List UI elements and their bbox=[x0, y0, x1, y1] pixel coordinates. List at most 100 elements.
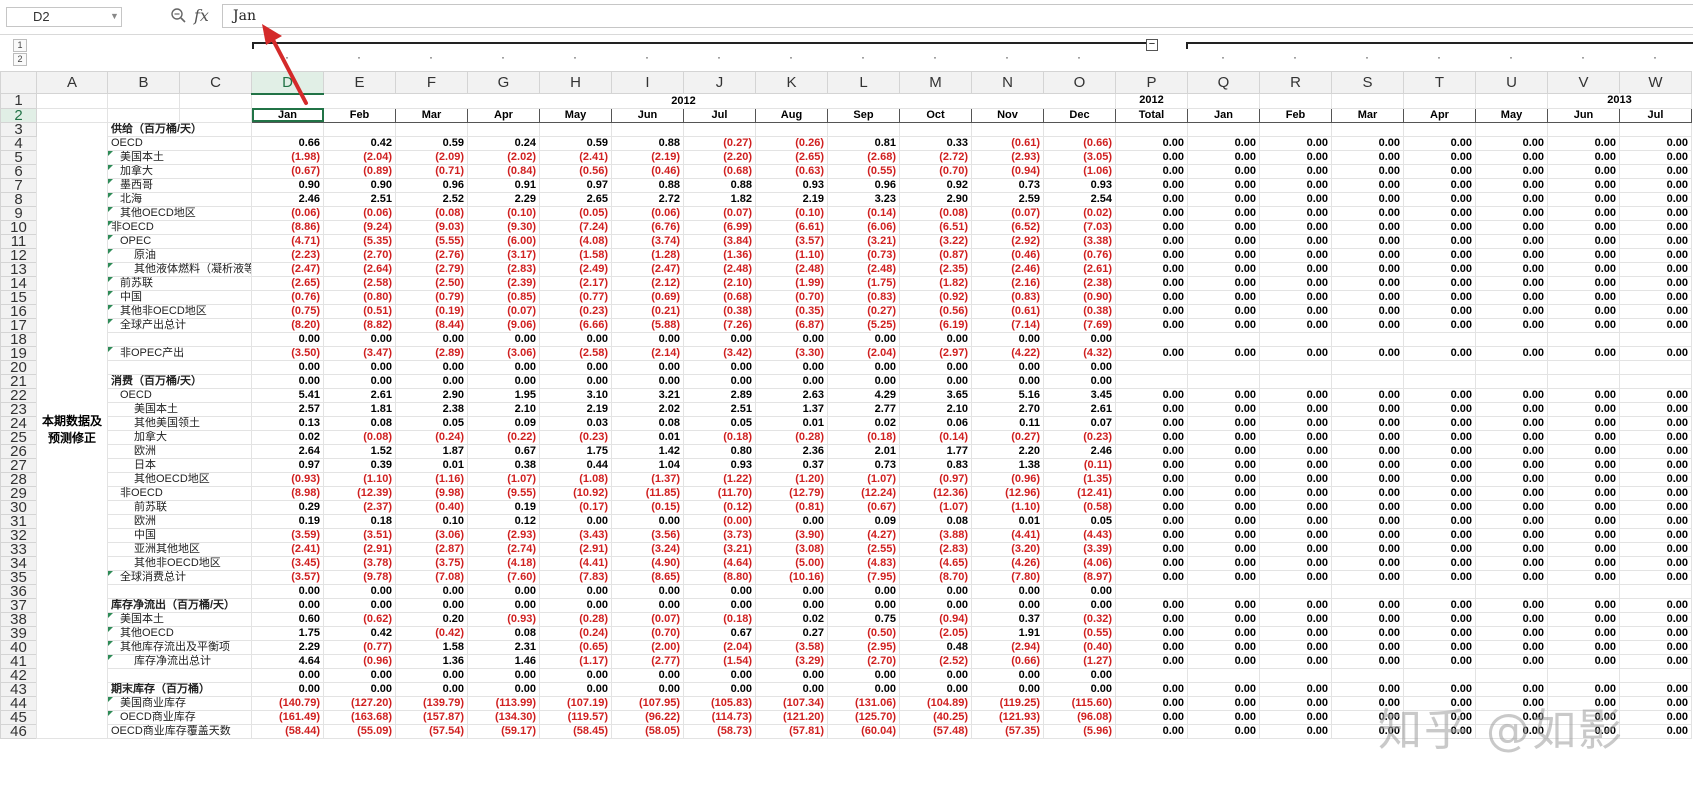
value-cell[interactable]: 0.00 bbox=[1259, 555, 1332, 571]
value-cell[interactable]: 0.00 bbox=[1619, 597, 1692, 613]
value-cell[interactable]: 0.00 bbox=[1619, 723, 1692, 739]
value-cell[interactable]: 0.00 bbox=[1475, 205, 1548, 221]
value-cell[interactable]: 0.00 bbox=[467, 359, 540, 375]
value-cell[interactable]: 0.00 bbox=[1115, 149, 1188, 165]
value-cell[interactable]: (2.17) bbox=[539, 275, 612, 291]
row-label[interactable] bbox=[107, 583, 252, 599]
value-cell[interactable]: 0.00 bbox=[1403, 387, 1476, 403]
value-cell[interactable]: 0.00 bbox=[1619, 709, 1692, 725]
value-cell[interactable]: (8.20) bbox=[251, 317, 324, 333]
row-header[interactable]: 30 bbox=[0, 499, 37, 515]
value-cell[interactable]: 0.00 bbox=[1475, 247, 1548, 263]
value-cell[interactable]: 2.51 bbox=[683, 401, 756, 417]
cell[interactable] bbox=[1259, 93, 1332, 109]
value-cell[interactable]: (0.11) bbox=[1043, 457, 1116, 473]
value-cell[interactable]: 0.00 bbox=[1187, 485, 1260, 501]
value-cell[interactable]: 0.73 bbox=[971, 177, 1044, 193]
value-cell[interactable]: (0.55) bbox=[827, 163, 900, 179]
value-cell[interactable]: 0.00 bbox=[1187, 555, 1260, 571]
value-cell[interactable]: 0.00 bbox=[467, 583, 540, 599]
row-header[interactable]: 7 bbox=[0, 177, 37, 193]
value-cell[interactable]: 0.00 bbox=[611, 681, 684, 697]
value-cell[interactable]: 0.00 bbox=[1547, 387, 1620, 403]
value-cell[interactable]: 1.36 bbox=[395, 653, 468, 669]
value-cell[interactable]: (2.70) bbox=[323, 247, 396, 263]
value-cell[interactable]: (2.94) bbox=[971, 639, 1044, 655]
value-cell[interactable]: 0.00 bbox=[1547, 569, 1620, 585]
value-cell[interactable]: 0.00 bbox=[1619, 471, 1692, 487]
value-cell[interactable]: 0.00 bbox=[1187, 219, 1260, 235]
value-cell[interactable] bbox=[1547, 359, 1620, 375]
value-cell[interactable]: 0.00 bbox=[827, 667, 900, 683]
value-cell[interactable]: 0.00 bbox=[323, 583, 396, 599]
value-cell[interactable]: (4.71) bbox=[251, 233, 324, 249]
value-cell[interactable]: (6.51) bbox=[899, 219, 972, 235]
value-cell[interactable]: 0.00 bbox=[755, 359, 828, 375]
value-cell[interactable]: (2.49) bbox=[539, 261, 612, 277]
value-cell[interactable]: 0.96 bbox=[827, 177, 900, 193]
value-cell[interactable]: 2.77 bbox=[827, 401, 900, 417]
value-cell[interactable]: 0.00 bbox=[827, 583, 900, 599]
value-cell[interactable]: (5.88) bbox=[611, 317, 684, 333]
column-header-l[interactable]: L bbox=[827, 71, 900, 94]
row-header[interactable]: 42 bbox=[0, 667, 37, 683]
value-cell[interactable]: 0.00 bbox=[1619, 219, 1692, 235]
row-label[interactable]: 美国本土 bbox=[107, 401, 252, 417]
value-cell[interactable]: 0.00 bbox=[899, 373, 972, 389]
value-cell[interactable]: 0.00 bbox=[611, 597, 684, 613]
value-cell[interactable]: 0.00 bbox=[1187, 289, 1260, 305]
value-cell[interactable]: (2.97) bbox=[899, 345, 972, 361]
value-cell[interactable]: 0.00 bbox=[827, 597, 900, 613]
month-header[interactable]: May bbox=[539, 107, 612, 123]
row-label[interactable]: 日本 bbox=[107, 457, 252, 473]
value-cell[interactable]: 5.16 bbox=[971, 387, 1044, 403]
value-cell[interactable]: (1.27) bbox=[1043, 653, 1116, 669]
value-cell[interactable]: 0.00 bbox=[1619, 527, 1692, 543]
value-cell[interactable]: (7.14) bbox=[971, 317, 1044, 333]
row-header[interactable]: 2 bbox=[0, 107, 37, 123]
value-cell[interactable]: 0.00 bbox=[1259, 303, 1332, 319]
value-cell[interactable]: 0.00 bbox=[1187, 499, 1260, 515]
value-cell[interactable]: (107.95) bbox=[611, 695, 684, 711]
value-cell[interactable]: (3.22) bbox=[899, 233, 972, 249]
value-cell[interactable]: 0.00 bbox=[1259, 485, 1332, 501]
value-cell[interactable]: (6.52) bbox=[971, 219, 1044, 235]
value-cell[interactable]: 0.00 bbox=[1475, 527, 1548, 543]
value-cell[interactable]: 2.20 bbox=[971, 443, 1044, 459]
value-cell[interactable]: (0.23) bbox=[539, 303, 612, 319]
value-cell[interactable]: 0.00 bbox=[1331, 415, 1404, 431]
row-header[interactable]: 8 bbox=[0, 191, 37, 207]
value-cell[interactable]: 0.00 bbox=[1043, 597, 1116, 613]
value-cell[interactable]: 0.00 bbox=[1259, 709, 1332, 725]
value-cell[interactable]: (2.92) bbox=[971, 233, 1044, 249]
month-header[interactable]: Sep bbox=[827, 107, 900, 123]
value-cell[interactable]: 0.05 bbox=[1043, 513, 1116, 529]
value-cell[interactable]: 0.00 bbox=[1259, 219, 1332, 235]
value-cell[interactable]: (0.83) bbox=[827, 289, 900, 305]
value-cell[interactable]: 0.93 bbox=[683, 457, 756, 473]
value-cell[interactable] bbox=[1619, 583, 1692, 599]
row-label[interactable]: 欧洲 bbox=[107, 513, 252, 529]
row-label[interactable]: 其他液体燃料（凝析液等） bbox=[107, 261, 252, 277]
value-cell[interactable]: 0.00 bbox=[1187, 709, 1260, 725]
value-cell[interactable]: 0.00 bbox=[323, 359, 396, 375]
value-cell[interactable]: (2.39) bbox=[467, 275, 540, 291]
value-cell[interactable] bbox=[1043, 121, 1116, 137]
value-cell[interactable]: 0.00 bbox=[1259, 443, 1332, 459]
value-cell[interactable]: 0.00 bbox=[1403, 653, 1476, 669]
value-cell[interactable]: (0.84) bbox=[467, 163, 540, 179]
cell[interactable] bbox=[1403, 93, 1476, 109]
value-cell[interactable]: 0.00 bbox=[1619, 163, 1692, 179]
value-cell[interactable]: 0.00 bbox=[1115, 345, 1188, 361]
value-cell[interactable]: 0.02 bbox=[251, 429, 324, 445]
value-cell[interactable]: 0.00 bbox=[1259, 569, 1332, 585]
value-cell[interactable]: (11.70) bbox=[683, 485, 756, 501]
row-label[interactable]: OECD商业库存 bbox=[107, 709, 252, 725]
value-cell[interactable]: (12.79) bbox=[755, 485, 828, 501]
value-cell[interactable]: (0.66) bbox=[971, 653, 1044, 669]
value-cell[interactable]: 0.00 bbox=[1475, 275, 1548, 291]
value-cell[interactable]: 0.59 bbox=[395, 135, 468, 151]
value-cell[interactable]: 0.01 bbox=[611, 429, 684, 445]
value-cell[interactable]: (40.25) bbox=[899, 709, 972, 725]
value-cell[interactable]: 0.00 bbox=[1475, 625, 1548, 641]
